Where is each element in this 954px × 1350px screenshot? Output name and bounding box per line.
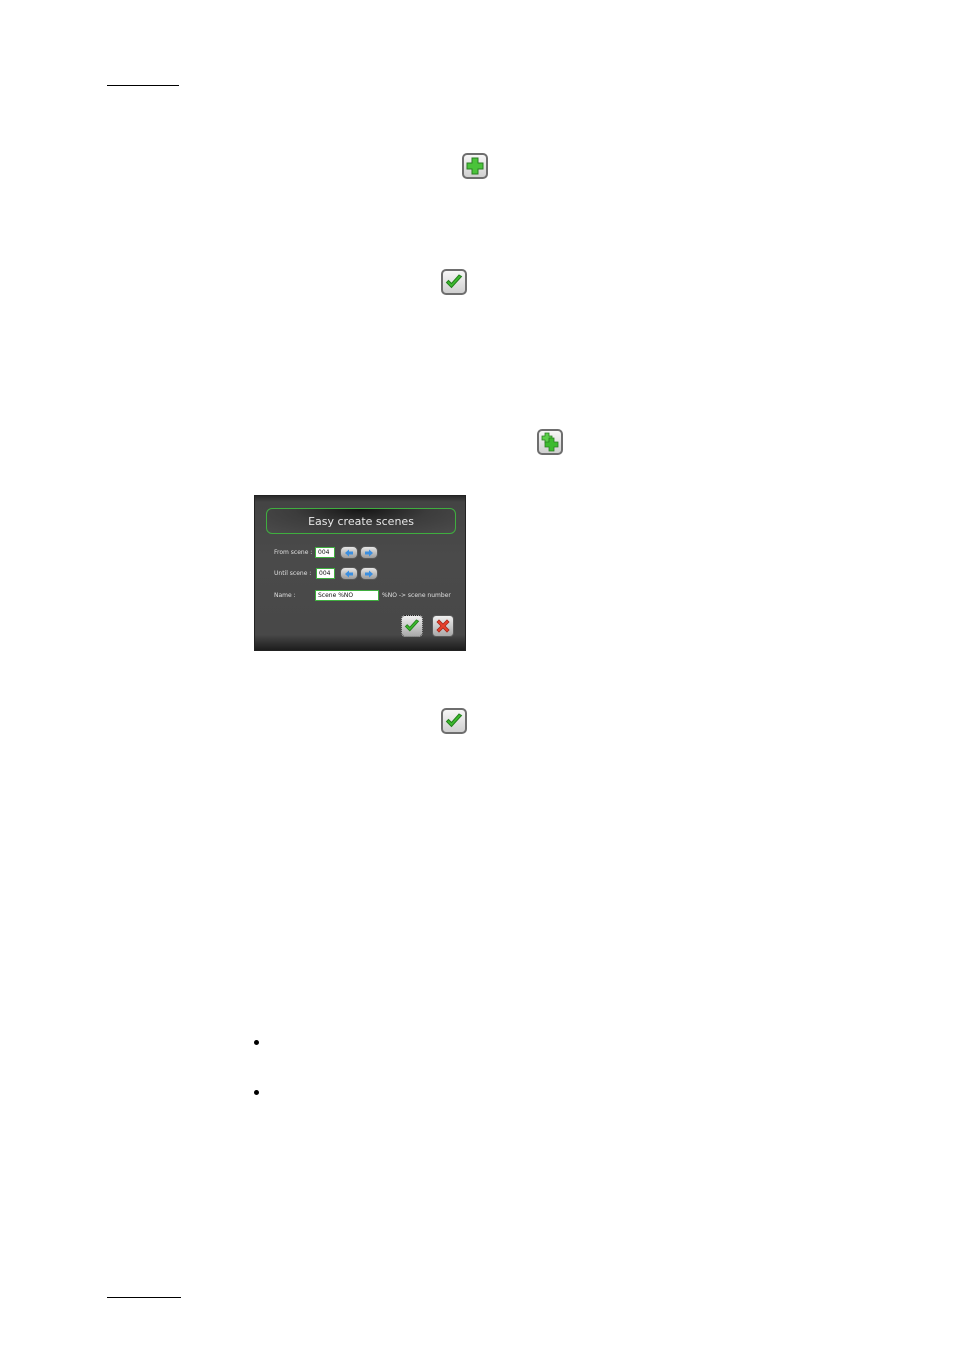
from-scene-increment-button[interactable] — [360, 546, 378, 559]
until-scene-decrement-button[interactable] — [340, 567, 358, 580]
arrow-right-icon — [365, 570, 373, 577]
checkmark-icon — [445, 274, 463, 289]
bullet-marker — [254, 1090, 259, 1095]
easy-create-scenes-dialog: Easy create scenes From scene : 004 Unti… — [254, 495, 466, 651]
from-scene-decrement-button[interactable] — [340, 546, 358, 559]
confirm-button[interactable] — [441, 269, 467, 295]
until-scene-input[interactable]: 004 — [316, 568, 335, 579]
add-scene-button[interactable] — [462, 153, 488, 179]
cancel-button[interactable] — [432, 615, 454, 637]
from-scene-label: From scene : — [274, 549, 313, 556]
name-input[interactable]: Scene %NO — [315, 590, 379, 601]
until-scene-label: Until scene : — [274, 570, 312, 577]
checkmark-icon — [445, 713, 463, 728]
arrow-right-icon — [365, 549, 373, 556]
ok-button[interactable] — [401, 615, 423, 637]
multi-plus-icon — [541, 432, 559, 452]
confirm-button[interactable] — [441, 708, 467, 734]
name-label: Name : — [274, 592, 296, 599]
until-scene-increment-button[interactable] — [360, 567, 378, 580]
plus-icon — [466, 157, 484, 175]
name-hint: %NO -> scene number — [382, 592, 451, 599]
easy-create-scenes-button[interactable] — [537, 429, 563, 455]
header-rule — [107, 85, 179, 86]
from-scene-input[interactable]: 004 — [315, 547, 335, 558]
checkmark-icon — [404, 619, 420, 632]
arrow-left-icon — [345, 549, 353, 556]
arrow-left-icon — [345, 570, 353, 577]
bullet-marker — [254, 1040, 259, 1045]
close-icon — [436, 619, 450, 633]
dialog-title: Easy create scenes — [266, 508, 456, 534]
footer-rule — [107, 1297, 181, 1298]
